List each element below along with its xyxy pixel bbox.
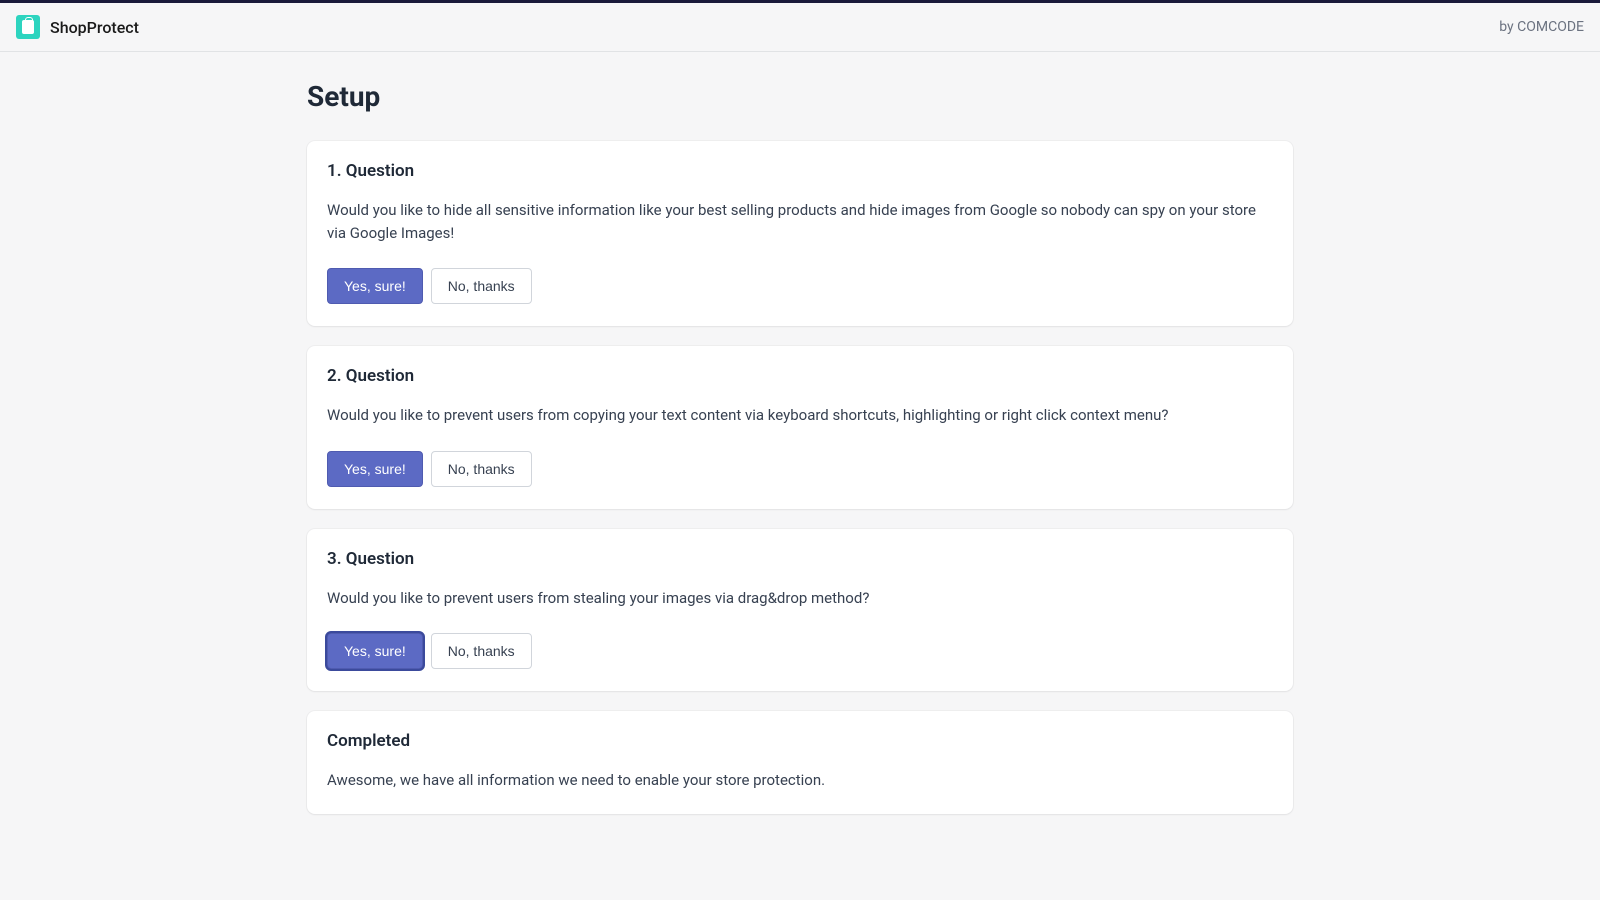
setup-card: 2. Question Would you like to prevent use…	[307, 346, 1293, 509]
button-row: Yes, sure!No, thanks	[327, 633, 1273, 669]
page-title: Setup	[307, 80, 1293, 113]
setup-card: Completed Awesome, we have all informatio…	[307, 711, 1293, 814]
card-body: Would you like to hide all sensitive inf…	[327, 199, 1273, 244]
header: ShopProtect by COMCODE	[0, 3, 1600, 52]
no-button[interactable]: No, thanks	[431, 268, 532, 304]
cards-container: 1. Question Would you like to hide all se…	[307, 141, 1293, 814]
card-title: 2. Question	[327, 366, 1273, 386]
app-logo	[16, 15, 40, 39]
card-body: Would you like to prevent users from ste…	[327, 587, 1273, 610]
yes-button[interactable]: Yes, sure!	[327, 633, 423, 669]
setup-card: 3. Question Would you like to prevent use…	[307, 529, 1293, 692]
no-button[interactable]: No, thanks	[431, 451, 532, 487]
card-title: Completed	[327, 731, 1273, 751]
main-content: Setup 1. Question Would you like to hide …	[307, 52, 1293, 874]
card-body: Awesome, we have all information we need…	[327, 769, 1273, 792]
header-left: ShopProtect	[16, 15, 139, 39]
lock-icon	[22, 20, 34, 34]
button-row: Yes, sure!No, thanks	[327, 268, 1273, 304]
byline: by COMCODE	[1499, 19, 1584, 35]
card-title: 3. Question	[327, 549, 1273, 569]
button-row: Yes, sure!No, thanks	[327, 451, 1273, 487]
yes-button[interactable]: Yes, sure!	[327, 451, 423, 487]
no-button[interactable]: No, thanks	[431, 633, 532, 669]
yes-button[interactable]: Yes, sure!	[327, 268, 423, 304]
app-name: ShopProtect	[50, 18, 139, 37]
setup-card: 1. Question Would you like to hide all se…	[307, 141, 1293, 326]
card-body: Would you like to prevent users from cop…	[327, 404, 1273, 427]
card-title: 1. Question	[327, 161, 1273, 181]
